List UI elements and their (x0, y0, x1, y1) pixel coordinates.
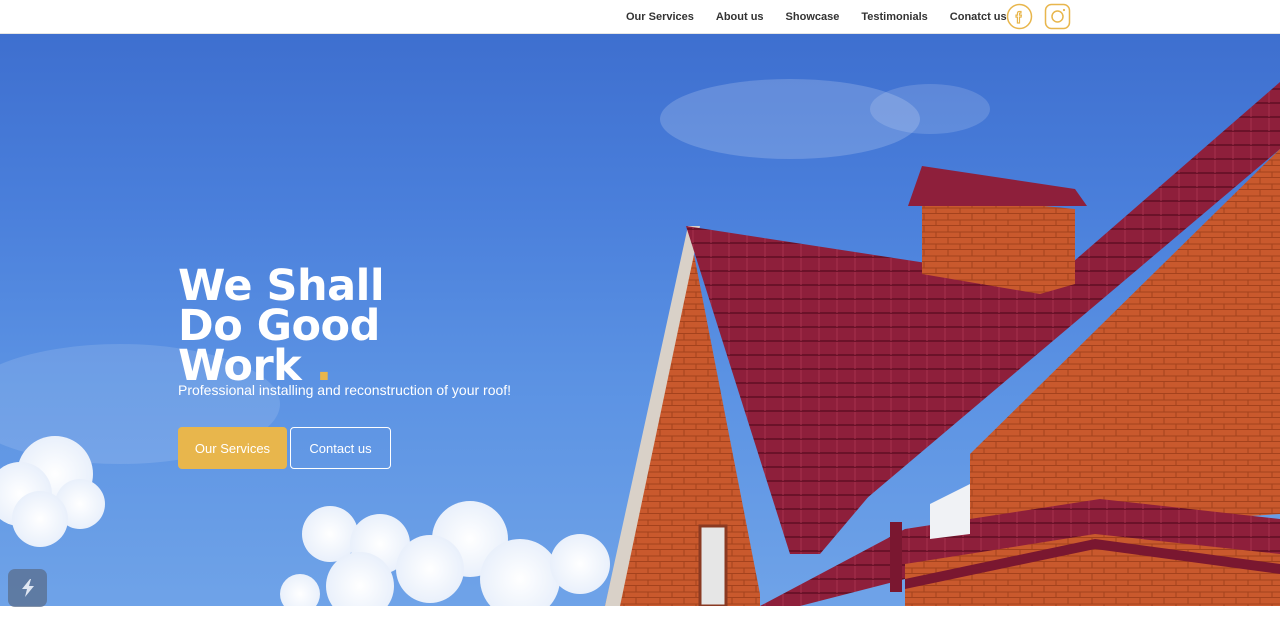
instagram-icon[interactable] (1044, 3, 1071, 30)
hero-section: We Shall Do Good Work . Professional ins… (0, 34, 1280, 606)
hero-title-line-1: We Shall (178, 261, 385, 311)
top-navigation: Our Services About us Showcase Testimoni… (0, 0, 1280, 34)
hero-title-line-3: Work . (178, 345, 384, 388)
nav-link-showcase[interactable]: Showcase (786, 11, 840, 23)
our-services-button[interactable]: Our Services (178, 427, 287, 469)
hero-title-line-2: Do Good (178, 301, 380, 351)
facebook-icon[interactable] (1006, 3, 1033, 30)
page-footer-strip (0, 606, 1280, 628)
hero-title: We Shall Do Good Work . (178, 261, 385, 388)
nav-link-contact-us[interactable]: Conatct us (950, 11, 1007, 23)
contact-us-button[interactable]: Contact us (290, 427, 391, 469)
nav-link-about-us[interactable]: About us (716, 11, 764, 23)
hero-subtitle: Professional installing and reconstructi… (178, 382, 512, 398)
nav-link-testimonials[interactable]: Testimonials (861, 11, 927, 23)
lightning-widget-icon[interactable] (8, 569, 47, 607)
nav-links: Our Services About us Showcase Testimoni… (626, 0, 1029, 34)
nav-link-our-services[interactable]: Our Services (626, 11, 694, 23)
